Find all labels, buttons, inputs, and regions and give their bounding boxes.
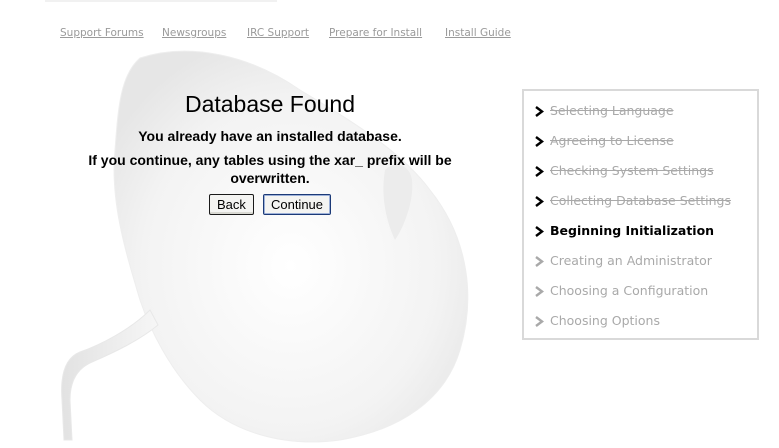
- chevron-right-icon: [535, 166, 544, 177]
- chevron-right-icon: [535, 286, 544, 297]
- overwrite-warning: If you continue, any tables using the xa…: [88, 152, 452, 186]
- step-label: Choosing Options: [550, 313, 660, 328]
- chevron-right-icon: [535, 316, 544, 327]
- chevron-right-icon: [535, 106, 544, 117]
- step-label: Checking System Settings: [550, 163, 714, 178]
- chevron-right-icon: [535, 226, 544, 237]
- page-title: Database Found: [184, 91, 356, 117]
- chevron-right-icon: [535, 256, 544, 267]
- button-row: Back Continue: [60, 194, 480, 215]
- continue-button[interactable]: Continue: [262, 194, 332, 215]
- main-panel: Database Found You already have an insta…: [60, 88, 480, 215]
- install-steps-panel: Selecting Language Agreeing to License C…: [522, 89, 759, 340]
- step-label: Selecting Language: [550, 103, 674, 118]
- nav-link-newsgroups[interactable]: Newsgroups: [162, 27, 226, 39]
- nav-link-support-forums[interactable]: Support Forums: [60, 27, 144, 39]
- step-label: Choosing a Configuration: [550, 283, 709, 298]
- chevron-right-icon: [535, 196, 544, 207]
- chevron-right-icon: [535, 136, 544, 147]
- step-label: Beginning Initialization: [550, 223, 715, 238]
- installed-db-message: You already have an installed database.: [138, 128, 402, 144]
- step-label: Collecting Database Settings: [550, 193, 731, 208]
- step-label: Creating an Administrator: [550, 253, 712, 268]
- nav-link-irc-support[interactable]: IRC Support: [247, 27, 309, 39]
- nav-link-prepare-for-install[interactable]: Prepare for Install: [329, 27, 422, 39]
- step-label: Agreeing to License: [550, 133, 674, 148]
- back-button[interactable]: Back: [208, 194, 254, 215]
- nav-link-install-guide[interactable]: Install Guide: [445, 27, 511, 39]
